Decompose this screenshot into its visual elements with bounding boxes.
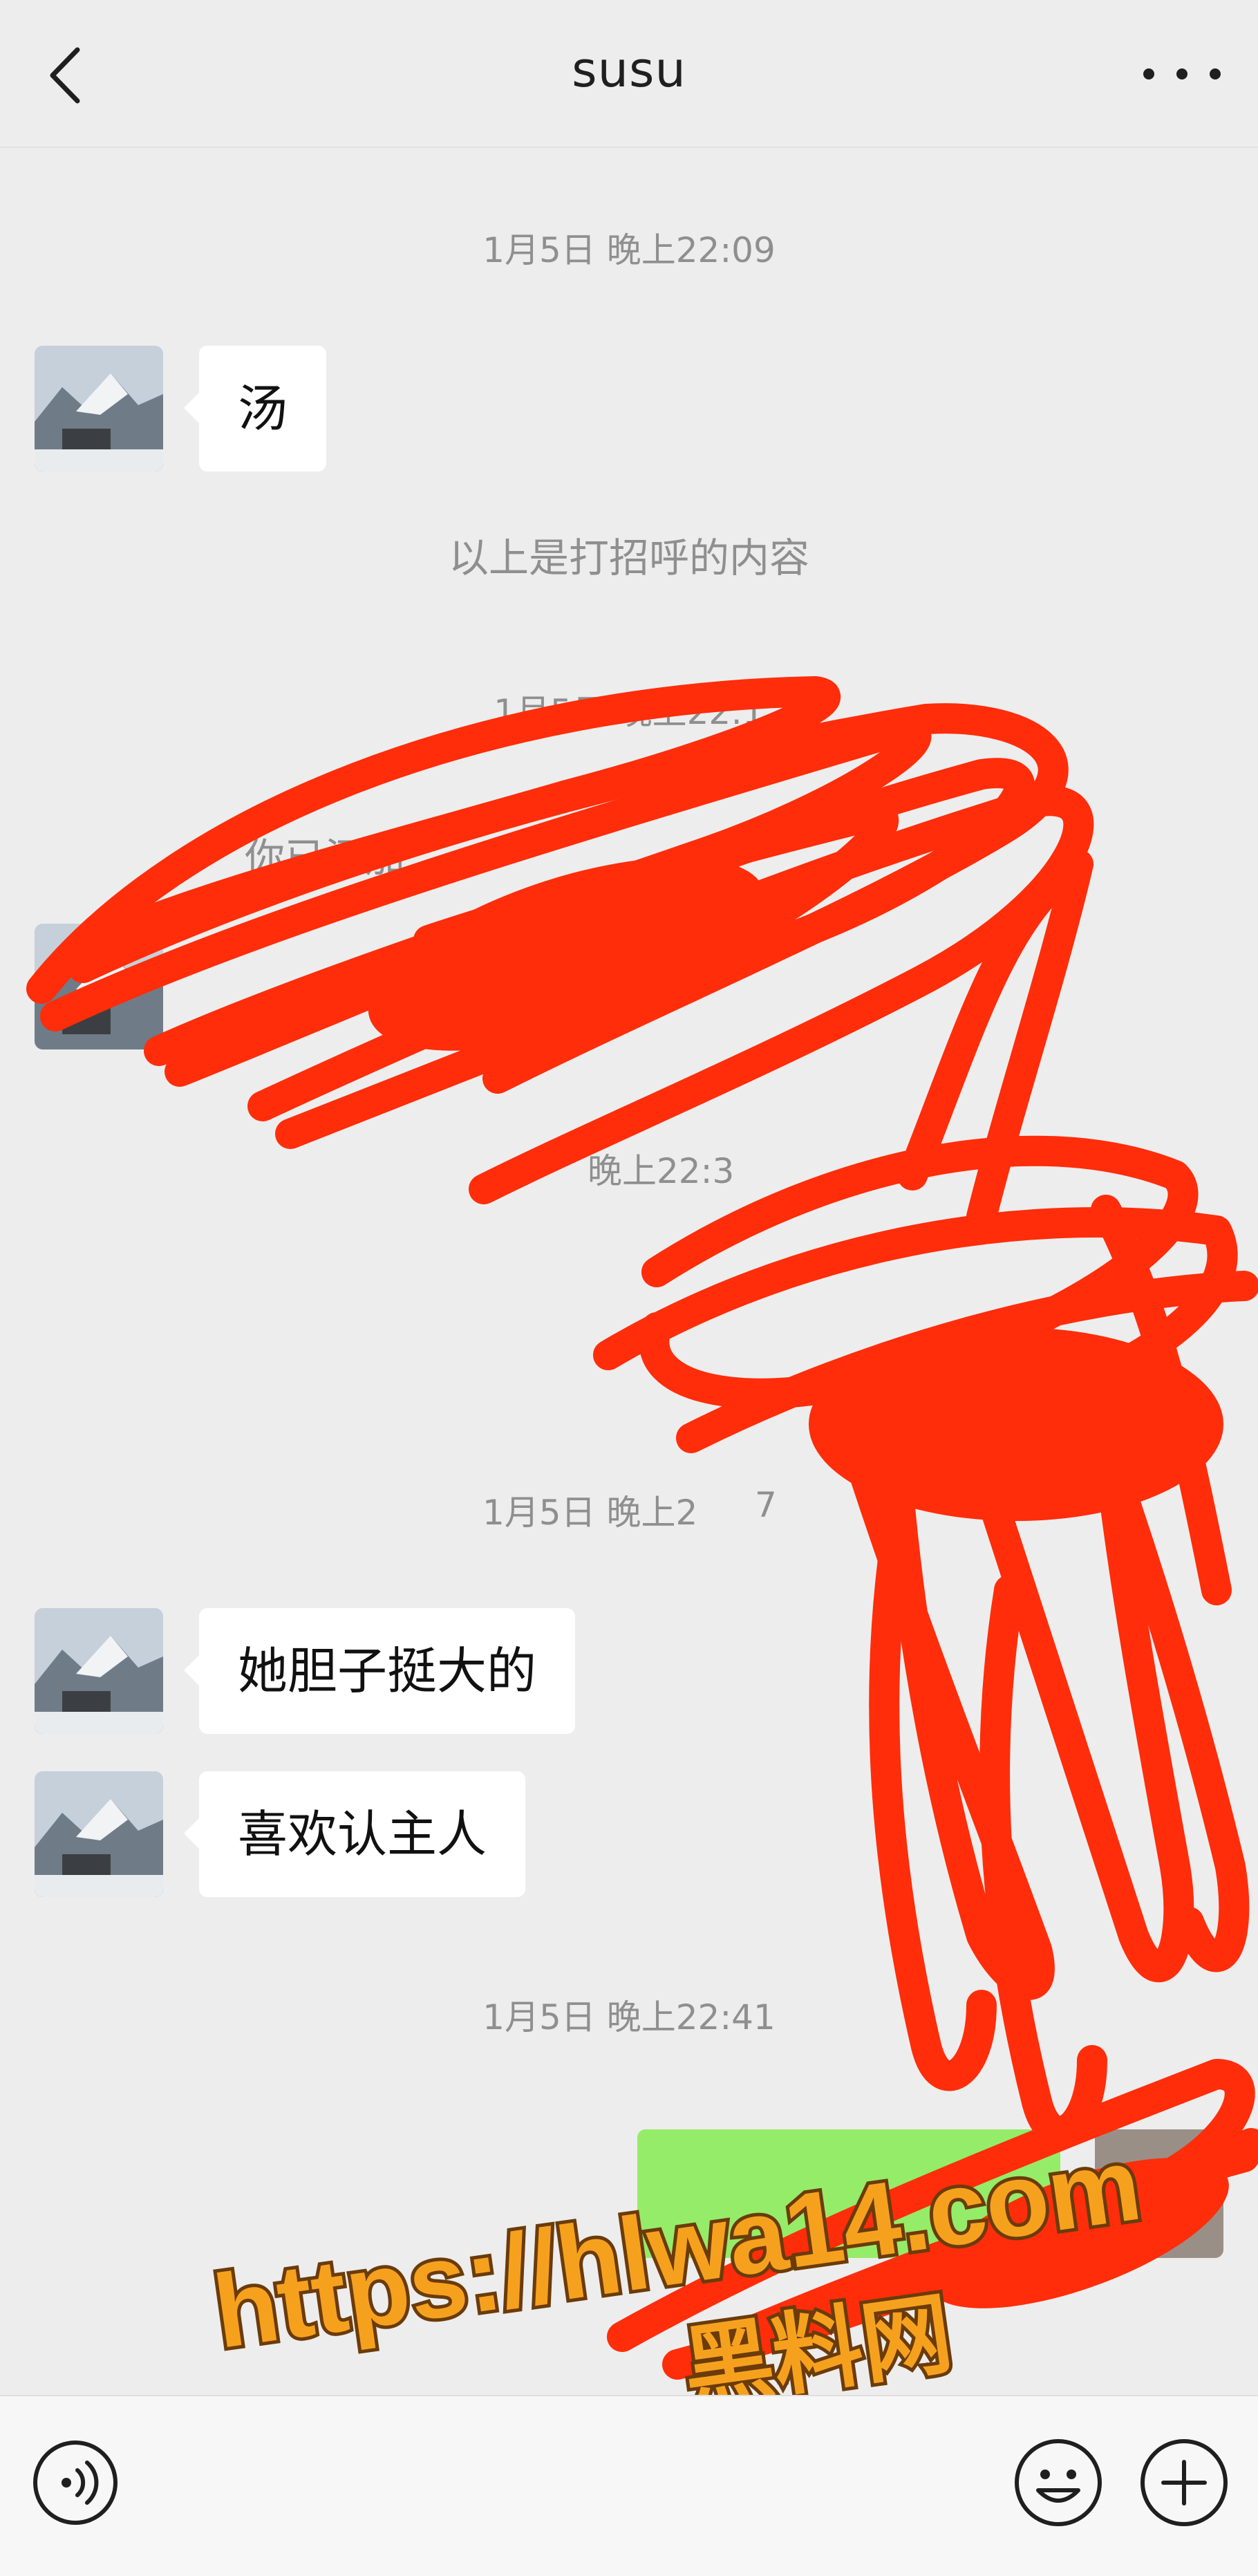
timestamp: 晚上22:3 bbox=[588, 1151, 735, 1191]
timestamp: 1月5日 晚上22:41 bbox=[482, 1997, 776, 2037]
avatar[interactable] bbox=[35, 346, 163, 472]
plus-button[interactable] bbox=[1138, 2436, 1230, 2529]
avatar[interactable] bbox=[35, 1771, 163, 1897]
more-horizontal-icon bbox=[1143, 68, 1221, 80]
timestamp: 1月5日 晚上22:09 bbox=[482, 230, 776, 270]
timestamp: 7 bbox=[755, 1485, 777, 1525]
avatar[interactable] bbox=[35, 1608, 163, 1734]
input-bar bbox=[0, 2395, 1258, 2576]
voice-button[interactable] bbox=[30, 2438, 120, 2528]
emoji-button[interactable] bbox=[1012, 2436, 1105, 2529]
timestamp: 1月5日 晚上2 bbox=[482, 1493, 698, 1533]
message-bubble[interactable]: 喜欢认主人 bbox=[183, 1771, 526, 1897]
chat-area[interactable]: 1月5日 晚上22:09 汤 以上是打招呼的内容 1月5日 晚上22:1 你已添… bbox=[0, 148, 1258, 2395]
self-avatar[interactable] bbox=[1095, 2129, 1223, 2258]
outgoing-message-bubble[interactable] bbox=[637, 2129, 1060, 2258]
plus-icon bbox=[1140, 2439, 1228, 2526]
avatar[interactable] bbox=[35, 924, 163, 1049]
chat-header: susu bbox=[0, 0, 1258, 148]
timestamp: 1月5日 晚上22:1 bbox=[494, 692, 764, 732]
chat-title: susu bbox=[572, 41, 686, 98]
more-button[interactable] bbox=[1134, 57, 1230, 91]
message-bubble[interactable]: 她胆子挺大的 bbox=[183, 1608, 576, 1734]
message-bubble[interactable]: 汤 bbox=[183, 346, 327, 472]
system-message: 以上是打招呼的内容 bbox=[448, 534, 809, 581]
emoji-icon bbox=[1015, 2439, 1102, 2526]
voice-icon bbox=[33, 2440, 118, 2525]
system-message: 你已添加 bbox=[245, 834, 406, 881]
